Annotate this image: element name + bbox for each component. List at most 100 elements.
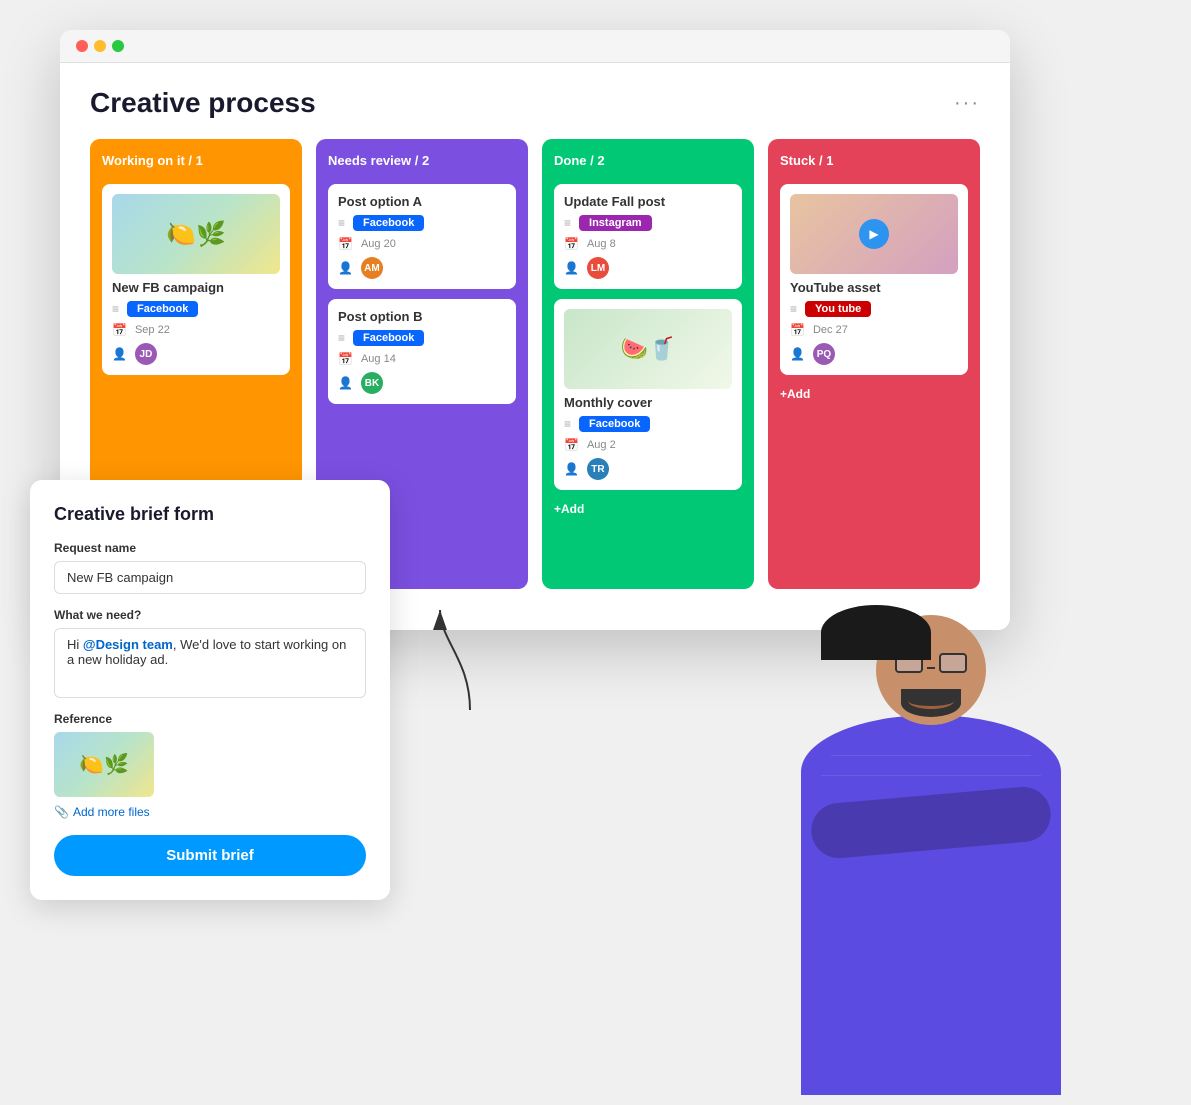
sweater-texture-2	[821, 775, 1041, 776]
reference-image: 🍋🌿	[54, 732, 154, 797]
card-date-row: 📅 Sep 22	[112, 323, 280, 337]
card-post-option-a[interactable]: Post option A ≡ Facebook 📅 Aug 20 👤 AM	[328, 184, 516, 289]
avatar: LM	[587, 257, 609, 279]
card-avatar-row: 👤 PQ	[790, 343, 958, 365]
card-title: Update Fall post	[564, 194, 732, 209]
facebook-tag[interactable]: Facebook	[127, 301, 198, 317]
card-date-row: 📅 Aug 8	[564, 237, 732, 251]
card-tag-row: ≡ Instagram	[564, 215, 732, 231]
smile	[908, 693, 954, 709]
card-avatar-row: 👤 BK	[338, 372, 506, 394]
traffic-light-red[interactable]	[76, 40, 88, 52]
card-title: Post option B	[338, 309, 506, 324]
card-title: YouTube asset	[790, 280, 958, 295]
person-icon: 👤	[564, 261, 579, 275]
facebook-tag[interactable]: Facebook	[353, 215, 424, 231]
avatar: AM	[361, 257, 383, 279]
page-title: Creative process	[90, 87, 316, 119]
list-icon: ≡	[564, 216, 571, 230]
card-image-limes	[112, 194, 280, 274]
card-date: Aug 8	[587, 238, 616, 250]
card-tag-row: ≡ Facebook	[338, 215, 506, 231]
card-date: Dec 27	[813, 324, 848, 336]
watermelon-image	[564, 309, 732, 389]
person-figure	[731, 555, 1131, 1105]
card-image-watermelon	[564, 309, 732, 389]
what-we-need-label: What we need?	[54, 608, 366, 622]
card-date-row: 📅 Dec 27	[790, 323, 958, 337]
column-header-done: Done / 2	[554, 153, 742, 168]
person-body	[801, 715, 1061, 1095]
what-we-need-textarea[interactable]: Hi @Design team, We'd love to start work…	[54, 628, 366, 698]
avatar: BK	[361, 372, 383, 394]
card-update-fall-post[interactable]: Update Fall post ≡ Instagram 📅 Aug 8 👤 L…	[554, 184, 742, 289]
list-icon: ≡	[112, 302, 119, 316]
list-icon: ≡	[564, 417, 571, 431]
card-post-option-b[interactable]: Post option B ≡ Facebook 📅 Aug 14 👤 BK	[328, 299, 516, 404]
column-stuck: Stuck / 1 ▶ YouTube asset ≡ You tube 📅	[768, 139, 980, 589]
limes-image	[112, 194, 280, 274]
add-files-link[interactable]: 📎 Add more files	[54, 805, 366, 819]
traffic-light-green[interactable]	[112, 40, 124, 52]
card-date-row: 📅 Aug 14	[338, 352, 506, 366]
browser-toolbar	[60, 30, 1010, 63]
card-image-youtube: ▶	[790, 194, 958, 274]
traffic-lights	[76, 40, 124, 52]
person-icon: 👤	[338, 376, 353, 390]
card-avatar-row: 👤 TR	[564, 458, 732, 480]
calendar-icon: 📅	[112, 323, 127, 337]
more-options-button[interactable]: ···	[954, 92, 980, 115]
creative-brief-form: Creative brief form Request name What we…	[30, 480, 390, 900]
calendar-icon: 📅	[338, 237, 353, 251]
youtube-thumbnail: ▶	[790, 194, 958, 274]
card-tag-row: ≡ Facebook	[112, 301, 280, 317]
facebook-tag[interactable]: Facebook	[353, 330, 424, 346]
card-new-fb-campaign[interactable]: New FB campaign ≡ Facebook 📅 Sep 22 👤 JD	[102, 184, 290, 375]
list-icon: ≡	[338, 331, 345, 345]
mention-design-team: @Design team	[83, 637, 173, 652]
card-avatar-row: 👤 AM	[338, 257, 506, 279]
column-header-stuck: Stuck / 1	[780, 153, 968, 168]
arrow-connector	[430, 600, 510, 720]
card-youtube-asset[interactable]: ▶ YouTube asset ≡ You tube 📅 Dec 27 👤	[780, 184, 968, 375]
facebook-tag[interactable]: Facebook	[579, 416, 650, 432]
traffic-light-yellow[interactable]	[94, 40, 106, 52]
play-button[interactable]: ▶	[859, 219, 889, 249]
add-files-label: Add more files	[73, 805, 150, 819]
card-avatar-row: 👤 JD	[112, 343, 280, 365]
page-header: Creative process ···	[90, 87, 980, 119]
glass-bridge	[927, 667, 935, 669]
reference-label: Reference	[54, 712, 366, 726]
form-title: Creative brief form	[54, 504, 366, 525]
card-title: Post option A	[338, 194, 506, 209]
done-add-button[interactable]: +Add	[554, 500, 742, 518]
request-name-input[interactable]	[54, 561, 366, 594]
card-tag-row: ≡ Facebook	[564, 416, 732, 432]
person-icon: 👤	[564, 462, 579, 476]
person-icon: 👤	[338, 261, 353, 275]
card-tag-row: ≡ You tube	[790, 301, 958, 317]
card-tag-row: ≡ Facebook	[338, 330, 506, 346]
card-date-row: 📅 Aug 2	[564, 438, 732, 452]
instagram-tag[interactable]: Instagram	[579, 215, 652, 231]
card-title: Monthly cover	[564, 395, 732, 410]
request-name-label: Request name	[54, 541, 366, 555]
card-monthly-cover[interactable]: Monthly cover ≡ Facebook 📅 Aug 2 👤 TR	[554, 299, 742, 490]
avatar: PQ	[813, 343, 835, 365]
list-icon: ≡	[338, 216, 345, 230]
avatar: JD	[135, 343, 157, 365]
right-lens	[939, 653, 967, 673]
calendar-icon: 📅	[338, 352, 353, 366]
stuck-add-button[interactable]: +Add	[780, 385, 968, 403]
youtube-tag[interactable]: You tube	[805, 301, 871, 317]
card-date-row: 📅 Aug 20	[338, 237, 506, 251]
calendar-icon: 📅	[790, 323, 805, 337]
column-header-working: Working on it / 1	[102, 153, 290, 168]
card-title: New FB campaign	[112, 280, 280, 295]
paperclip-icon: 📎	[54, 805, 69, 819]
submit-brief-button[interactable]: Submit brief	[54, 835, 366, 876]
card-date: Aug 14	[361, 353, 396, 365]
person-icon: 👤	[790, 347, 805, 361]
calendar-icon: 📅	[564, 237, 579, 251]
column-header-review: Needs review / 2	[328, 153, 516, 168]
